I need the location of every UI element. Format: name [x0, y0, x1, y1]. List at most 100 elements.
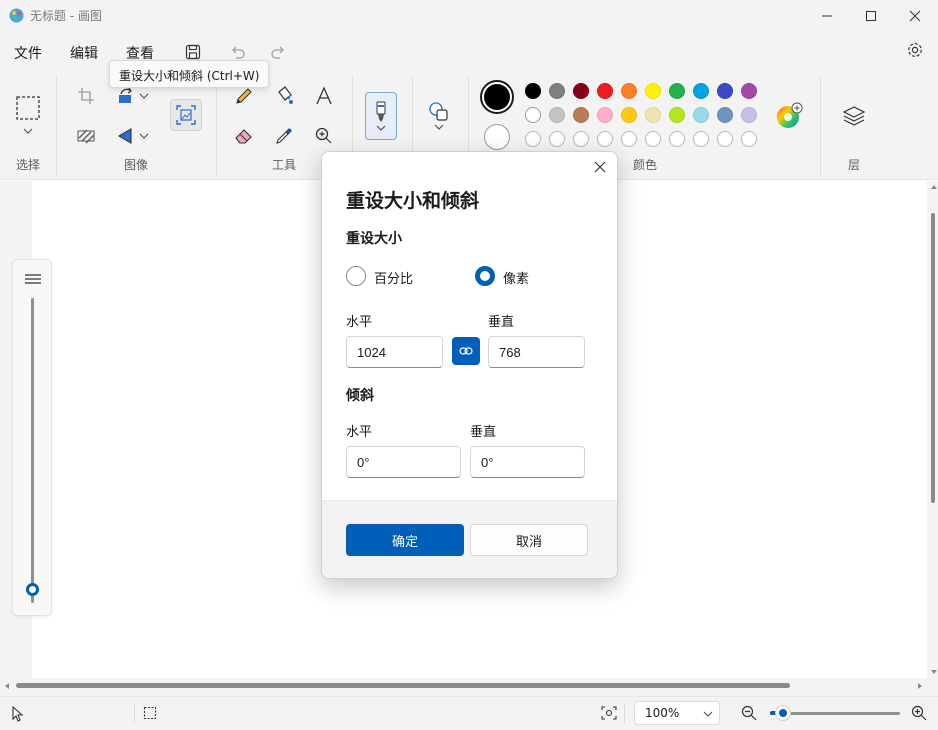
redo-button[interactable]: [266, 40, 290, 64]
palette-swatch[interactable]: [693, 107, 709, 123]
brush-size-track[interactable]: [31, 298, 34, 603]
palette-swatch[interactable]: [645, 107, 661, 123]
ribbon-divider: [56, 76, 57, 176]
chevron-down-icon: [376, 125, 386, 131]
skew-horizontal-input[interactable]: [346, 446, 461, 478]
close-window-button[interactable]: [892, 0, 938, 32]
pixels-radio[interactable]: [475, 266, 495, 286]
cancel-button[interactable]: 取消: [470, 524, 588, 556]
screenshot-icon: [601, 706, 617, 720]
percent-radio-label[interactable]: 百分比: [374, 268, 413, 287]
crop-button[interactable]: [72, 82, 100, 110]
skew-horizontal-label: 水平: [346, 425, 373, 440]
layers-button[interactable]: [840, 102, 868, 130]
palette-swatch[interactable]: [621, 107, 637, 123]
resize-skew-button[interactable]: [170, 99, 202, 131]
resize-vertical-input[interactable]: [488, 336, 585, 368]
color-picker-icon: [276, 128, 292, 144]
vertical-scrollbar[interactable]: [929, 181, 938, 678]
select-icon: [16, 96, 40, 120]
brush-size-icon: [25, 274, 41, 284]
palette-swatch[interactable]: [693, 83, 709, 99]
palette-swatch[interactable]: [525, 107, 541, 123]
custom-color-slot[interactable]: [621, 131, 637, 147]
pixels-radio-label[interactable]: 像素: [503, 268, 529, 287]
palette-swatch[interactable]: [549, 83, 565, 99]
selection-resize-icon: [77, 129, 95, 144]
zoom-value: 100%: [645, 706, 680, 720]
shapes-button[interactable]: [425, 96, 453, 136]
percent-radio[interactable]: [346, 266, 366, 286]
brush-size-knob[interactable]: [26, 583, 39, 596]
zoom-out-icon: [741, 705, 757, 721]
secondary-color-button[interactable]: [484, 124, 510, 150]
group-label-tools: 工具: [272, 158, 297, 172]
save-icon: [185, 44, 201, 60]
palette-swatch[interactable]: [597, 107, 613, 123]
text-button[interactable]: [310, 82, 338, 110]
scroll-down-icon: [931, 670, 937, 674]
zoom-dropdown[interactable]: 100%: [634, 701, 720, 725]
custom-color-slot[interactable]: [549, 131, 565, 147]
select-button[interactable]: [14, 94, 42, 122]
custom-color-slot[interactable]: [597, 131, 613, 147]
eraser-button[interactable]: [230, 122, 258, 150]
palette-swatch[interactable]: [573, 83, 589, 99]
skew-vertical-input[interactable]: [470, 446, 585, 478]
palette-swatch[interactable]: [525, 83, 541, 99]
fill-button[interactable]: [270, 82, 298, 110]
palette-swatch[interactable]: [645, 83, 661, 99]
palette-swatch[interactable]: [621, 83, 637, 99]
flip-dropdown[interactable]: [134, 126, 154, 146]
custom-color-slot[interactable]: [669, 131, 685, 147]
select-dropdown[interactable]: [14, 122, 42, 140]
maintain-aspect-ratio-button[interactable]: [452, 337, 480, 365]
palette-swatch[interactable]: [717, 83, 733, 99]
resize-horizontal-input[interactable]: [346, 336, 443, 368]
custom-color-slot[interactable]: [717, 131, 733, 147]
maximize-button[interactable]: [848, 0, 894, 32]
chevron-down-icon: [434, 124, 444, 130]
custom-color-slot[interactable]: [693, 131, 709, 147]
dialog-close-button[interactable]: [589, 156, 611, 178]
vertical-scroll-thumb[interactable]: [931, 213, 935, 503]
resize-section-title: 重设大小: [346, 231, 402, 247]
resize-skew-tooltip: 重设大小和倾斜 (Ctrl+W): [109, 60, 270, 88]
palette-swatch[interactable]: [669, 83, 685, 99]
palette-swatch[interactable]: [549, 107, 565, 123]
custom-color-slot[interactable]: [741, 131, 757, 147]
minimize-button[interactable]: [804, 0, 850, 32]
link-icon: [459, 347, 473, 355]
rotate-dropdown[interactable]: [134, 86, 154, 106]
horizontal-scrollbar[interactable]: [0, 680, 929, 692]
title-bar: 无标题 - 画图: [0, 0, 938, 32]
custom-color-slot[interactable]: [573, 131, 589, 147]
menu-edit[interactable]: 编辑: [70, 43, 98, 63]
edit-colors-button[interactable]: [775, 102, 803, 130]
ribbon-divider: [216, 76, 217, 176]
settings-button[interactable]: [906, 41, 926, 61]
menu-file[interactable]: 文件: [14, 43, 42, 63]
primary-color-button[interactable]: [480, 80, 514, 114]
palette-swatch[interactable]: [717, 107, 733, 123]
ok-button[interactable]: 确定: [346, 524, 464, 556]
brush-size-panel: [12, 259, 52, 616]
brushes-button[interactable]: [365, 92, 397, 140]
scroll-left-icon: [5, 683, 9, 689]
shapes-icon: [429, 102, 448, 121]
dialog-body: 重设大小和倾斜 重设大小 百分比 像素 水平 垂直 倾斜 水平 垂直: [322, 152, 617, 500]
zoom-slider-knob[interactable]: [776, 706, 790, 720]
resize-select-button[interactable]: [72, 122, 100, 150]
palette-swatch[interactable]: [741, 107, 757, 123]
palette-swatch[interactable]: [669, 107, 685, 123]
horizontal-scroll-thumb[interactable]: [16, 683, 790, 688]
palette-swatch[interactable]: [573, 107, 589, 123]
magnifier-button[interactable]: [310, 122, 338, 150]
palette-swatch[interactable]: [597, 83, 613, 99]
custom-color-slot[interactable]: [525, 131, 541, 147]
chevron-down-icon: [23, 128, 33, 134]
color-picker-button[interactable]: [270, 122, 298, 150]
custom-color-slot[interactable]: [645, 131, 661, 147]
group-label-image: 图像: [124, 158, 149, 172]
palette-swatch[interactable]: [741, 83, 757, 99]
